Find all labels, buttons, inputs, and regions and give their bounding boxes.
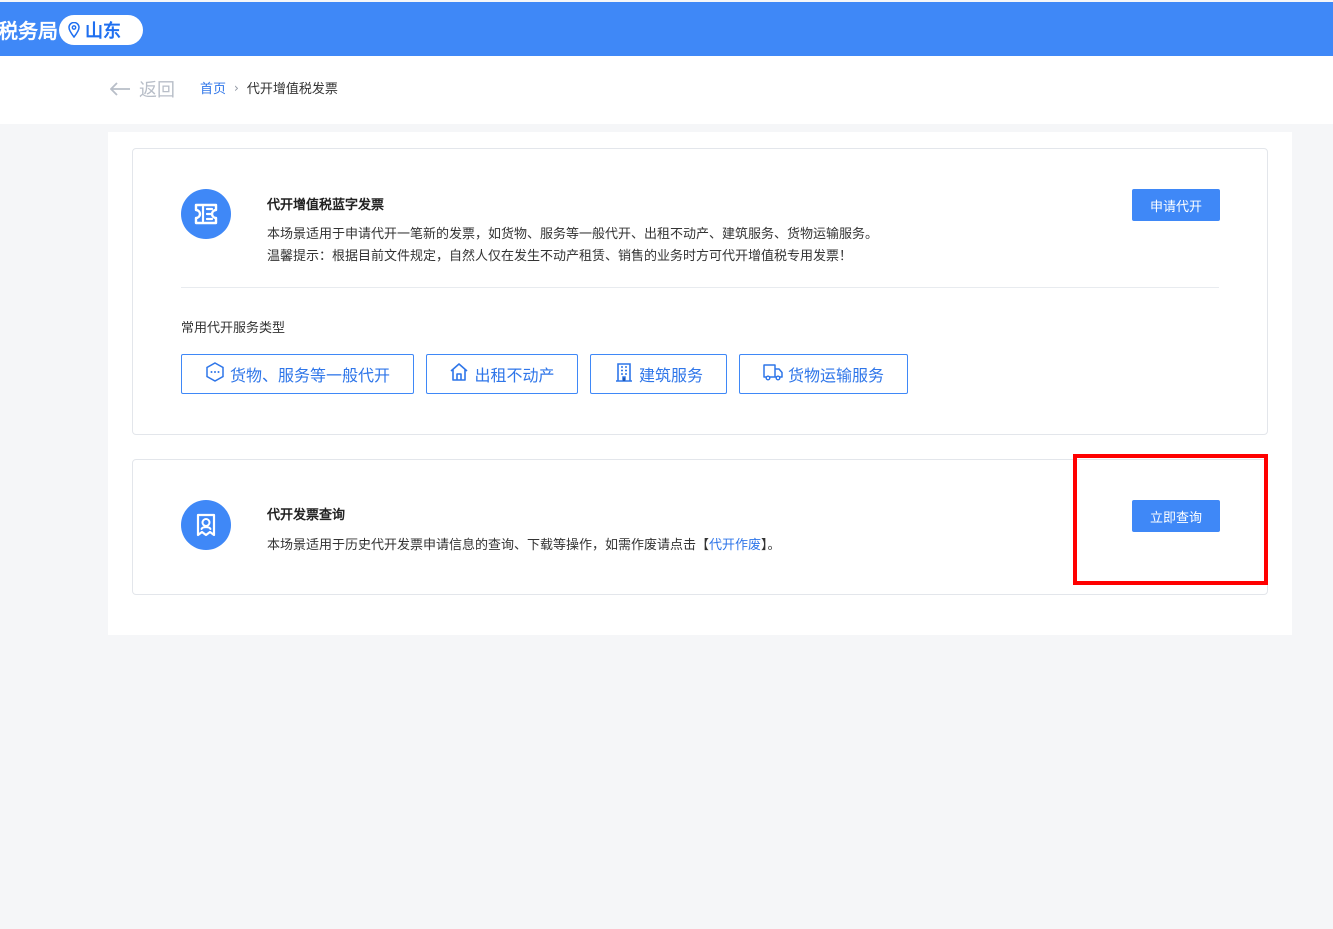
invoice-query-card: 代开发票查询 本场景适用于历史代开发票申请信息的查询、下载等操作，如需作废请点击…	[132, 459, 1268, 595]
query-description-text: 本场景适用于历史代开发票申请信息的查询、下载等操作，如需作废请点击【	[267, 538, 710, 553]
service-type-freight[interactable]: 货物运输服务	[739, 354, 908, 394]
map-pin-icon	[68, 22, 80, 38]
apply-card-description: 本场景适用于申请代开一笔新的发票，如货物、服务等一般代开、出租不动产、建筑服务、…	[267, 227, 879, 242]
invoice-ticket-icon	[181, 189, 231, 239]
apply-invoice-card: 代开增值税蓝字发票 本场景适用于申请代开一笔新的发票，如货物、服务等一般代开、出…	[132, 148, 1268, 435]
apply-card-title: 代开增值税蓝字发票	[267, 198, 385, 213]
agency-title: 税务局	[0, 19, 58, 43]
query-description-end: 】。	[761, 538, 781, 553]
navigation-bar: 返回 首页 › 代开增值税发票	[0, 56, 1333, 124]
service-type-general[interactable]: 货物、服务等一般代开	[181, 354, 414, 394]
service-type-construction[interactable]: 建筑服务	[590, 354, 727, 394]
breadcrumb-home-link[interactable]: 首页	[200, 78, 226, 97]
breadcrumb-separator-icon: ›	[234, 80, 239, 95]
breadcrumb-current-page: 代开增值税发票	[246, 82, 338, 97]
service-type-rental-property[interactable]: 出租不动产	[426, 354, 578, 394]
service-types-list: 货物、服务等一般代开 出租不动产 建筑服务 货物运输服务	[181, 354, 908, 394]
breadcrumb: 首页 › 代开增值税发票	[200, 78, 338, 98]
region-name: 山东	[85, 21, 121, 42]
truck-icon	[763, 362, 783, 382]
service-type-label: 建筑服务	[638, 366, 703, 385]
apply-invoice-button[interactable]: 申请代开	[1132, 189, 1220, 221]
service-types-label: 常用代开服务类型	[181, 321, 286, 336]
query-now-button[interactable]: 立即查询	[1132, 500, 1220, 532]
card-divider	[181, 287, 1219, 288]
top-header: 税务局 山东	[0, 2, 1333, 56]
back-label: 返回	[139, 80, 175, 101]
service-type-label: 货物、服务等一般代开	[229, 366, 390, 385]
back-arrow-icon	[110, 82, 131, 96]
query-card-description: 本场景适用于历史代开发票申请信息的查询、下载等操作，如需作废请点击【代开作废】。	[267, 534, 781, 553]
apply-card-tip: 温馨提示：根据目前文件规定，自然人仅在发生不动产租赁、销售的业务时方可代开增值税…	[267, 249, 853, 264]
invoice-query-icon	[181, 500, 231, 550]
query-card-title: 代开发票查询	[267, 508, 346, 523]
goods-service-icon	[205, 362, 225, 382]
void-invoice-link[interactable]: 代开作废	[709, 538, 761, 553]
region-selector[interactable]: 山东	[59, 15, 143, 45]
main-content: 代开增值税蓝字发票 本场景适用于申请代开一笔新的发票，如货物、服务等一般代开、出…	[108, 132, 1292, 635]
back-button[interactable]: 返回	[110, 76, 175, 102]
house-icon	[449, 362, 469, 382]
service-type-label: 出租不动产	[474, 366, 555, 385]
building-icon	[614, 362, 634, 382]
service-type-label: 货物运输服务	[787, 366, 884, 385]
